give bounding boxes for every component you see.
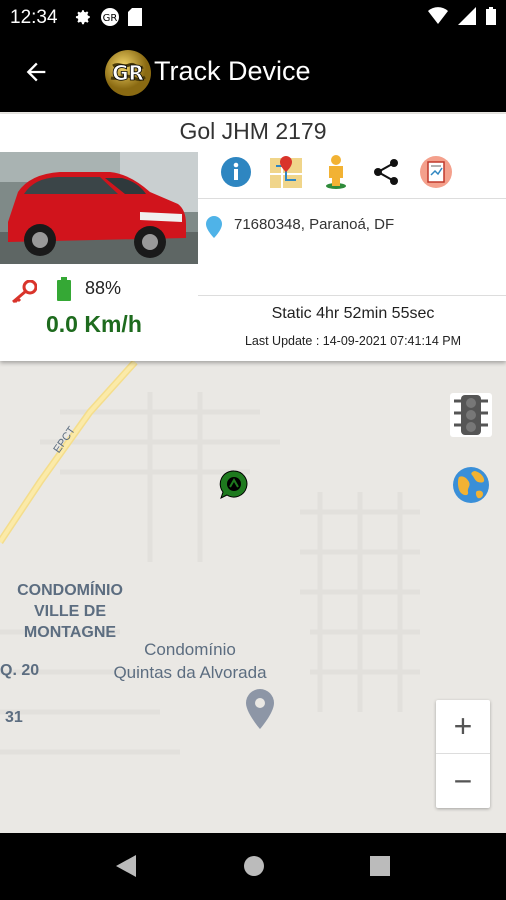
svg-text:GR: GR <box>103 13 118 24</box>
nav-home-icon[interactable] <box>243 855 265 877</box>
traffic-toggle-button[interactable] <box>450 393 492 437</box>
route-map-button[interactable] <box>268 154 304 190</box>
vehicle-address: 71680348, Paranoá, DF <box>234 216 395 233</box>
area-label-line: VILLE DE <box>33 603 106 620</box>
vehicle-name: Gol JHM 2179 <box>179 118 327 144</box>
map-type-button[interactable] <box>451 465 491 505</box>
info-icon <box>221 157 251 187</box>
system-navigation-bar <box>0 833 506 900</box>
back-arrow-icon <box>26 62 46 82</box>
back-button[interactable] <box>22 58 58 90</box>
divider <box>198 198 506 199</box>
location-pin-icon <box>206 216 222 238</box>
nav-back-icon[interactable] <box>115 854 137 878</box>
zoom-out-button[interactable]: − <box>436 754 490 808</box>
street-view-button[interactable] <box>318 154 354 190</box>
area-label-ville-de-montagne: CONDOMÍNIO VILLE DE MONTAGNE <box>0 580 140 643</box>
vehicle-marker-icon[interactable] <box>218 469 250 499</box>
area-label-line: CONDOMÍNIO <box>17 582 123 599</box>
zoom-controls: + − <box>436 700 490 808</box>
status-time: 12:34 <box>10 7 58 28</box>
info-button[interactable] <box>218 154 254 190</box>
app-notification-icon: GR <box>101 8 119 26</box>
report-icon <box>420 156 452 188</box>
zoom-in-button[interactable]: + <box>436 700 490 754</box>
wifi-icon <box>428 7 448 24</box>
sd-card-icon <box>128 8 142 26</box>
logo-text: GR <box>112 61 144 85</box>
area-label-line: Condomínio <box>144 640 236 659</box>
vehicle-info-card: Gol JHM 2179 71680348, Paranoá, DF 88% 0… <box>0 114 506 361</box>
battery-percentage: 88% <box>85 278 122 298</box>
battery-status-icon <box>486 7 496 25</box>
route-map-icon <box>270 156 302 188</box>
vehicle-status: Static 4hr 52min 55sec <box>271 305 435 322</box>
app-bar: GR Track Device <box>0 36 506 112</box>
last-update: Last Update : 14-09-2021 07:41:14 PM <box>244 334 462 348</box>
area-label-quintas-da-alvorada: Condomínio Quintas da Alvorada <box>90 638 290 684</box>
share-button[interactable] <box>368 154 404 190</box>
vehicle-speed: 0.0 Km/h <box>46 311 142 337</box>
vehicle-photo <box>0 152 198 264</box>
block-label-31: 31 <box>5 709 23 726</box>
share-icon <box>374 159 398 185</box>
system-icons <box>428 7 496 25</box>
page-title: Track Device <box>154 56 311 86</box>
block-label-q20: Q. 20 <box>0 662 40 679</box>
vehicle-action-toolbar <box>218 154 454 190</box>
report-button[interactable] <box>418 154 454 190</box>
globe-icon <box>453 467 489 503</box>
gear-icon <box>75 10 90 25</box>
area-label-line: Quintas da Alvorada <box>113 663 267 682</box>
street-view-icon <box>326 155 346 189</box>
battery-icon <box>57 277 71 301</box>
ignition-key-icon <box>12 280 37 304</box>
divider <box>198 295 506 296</box>
app-logo: GR <box>103 48 153 98</box>
traffic-light-icon <box>454 395 488 435</box>
signal-icon <box>458 7 476 25</box>
notification-icons: GR <box>74 7 142 27</box>
status-bar: 12:34 GR <box>0 0 506 36</box>
nav-recents-icon[interactable] <box>370 856 390 876</box>
